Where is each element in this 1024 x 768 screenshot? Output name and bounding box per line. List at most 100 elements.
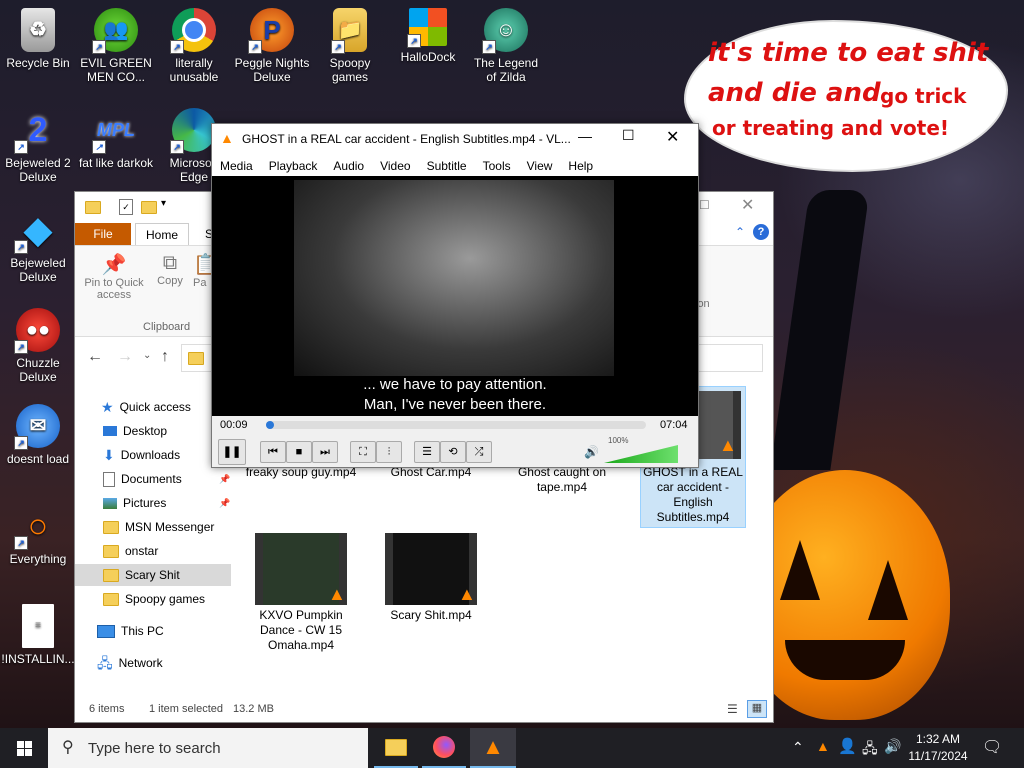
- copy-button[interactable]: ⧉ Copy: [153, 252, 187, 287]
- up-arrow-icon[interactable]: ↑: [161, 348, 169, 366]
- file-item-scary-shit[interactable]: Scary Shit.mp4: [371, 608, 491, 623]
- nav-item-onstar[interactable]: onstar: [103, 540, 158, 562]
- video-frame: [294, 180, 614, 376]
- desktop-icon-evil-green-men[interactable]: 👥 ↗ EVIL GREEN MEN CO...: [78, 8, 154, 84]
- tab-home[interactable]: Home: [135, 223, 190, 245]
- fullscreen-button[interactable]: ⛶: [350, 441, 376, 463]
- close-icon[interactable]: ✕: [741, 195, 754, 215]
- menu-help[interactable]: Help: [560, 154, 601, 176]
- tray-messenger-icon[interactable]: 👤: [838, 737, 857, 755]
- file-item-ghost-caught-on-tape[interactable]: Ghost caught on tape.mp4: [501, 465, 623, 495]
- desktop-icon-label: Recycle Bin: [6, 56, 70, 70]
- pin-to-quick-access-button[interactable]: 📌 Pin to Quick access: [81, 252, 147, 301]
- nav-label: Desktop: [123, 424, 168, 438]
- nav-network[interactable]: 🖧 Network: [97, 652, 163, 674]
- menu-playback[interactable]: Playback: [261, 154, 326, 176]
- large-icons-view-icon[interactable]: ▦: [747, 700, 767, 718]
- vlc-player-window[interactable]: ▲ GHOST in a REAL car accident - English…: [211, 123, 699, 468]
- menu-video[interactable]: Video: [372, 154, 418, 176]
- nav-item-pictures[interactable]: Pictures: [103, 492, 166, 514]
- pin-icon: 📌: [219, 498, 231, 508]
- recent-locations-icon[interactable]: ⌄: [143, 350, 151, 361]
- tray-clock-date[interactable]: 11/17/2024: [906, 749, 970, 763]
- tray-clock-time[interactable]: 1:32 AM: [906, 732, 970, 746]
- taskbar-search-box[interactable]: ⚲ Type here to search: [48, 728, 368, 768]
- nav-item-desktop[interactable]: Desktop: [103, 420, 167, 442]
- taskbar-firefox[interactable]: [422, 728, 466, 768]
- tray-volume-icon[interactable]: 🔊: [884, 738, 901, 755]
- menu-subtitle[interactable]: Subtitle: [419, 154, 475, 176]
- menu-tools[interactable]: Tools: [475, 154, 519, 176]
- details-view-icon[interactable]: ☰: [727, 702, 738, 716]
- file-name: Scary Shit.mp4: [390, 608, 472, 622]
- desktop-icon-spoopy-games[interactable]: 📁 ↗ Spoopy games: [312, 8, 388, 84]
- menu-audio[interactable]: Audio: [325, 154, 372, 176]
- desktop-icon-bejeweled-2[interactable]: 2 ↗ Bejeweled 2 Deluxe: [0, 108, 76, 184]
- nav-quick-access[interactable]: ★ Quick access: [101, 396, 191, 418]
- playlist-button[interactable]: ☰: [414, 441, 440, 463]
- nav-item-documents[interactable]: Documents: [103, 468, 182, 490]
- menu-view[interactable]: View: [519, 154, 561, 176]
- folder-icon: [188, 352, 204, 365]
- ribbon-collapse-icon[interactable]: ⌃: [735, 225, 745, 239]
- tab-file[interactable]: File: [75, 223, 131, 245]
- desktop-icon-doesnt-load[interactable]: ✉ ↗ doesnt load: [0, 404, 76, 466]
- previous-button[interactable]: ⏮: [260, 441, 286, 463]
- tray-vlc-icon[interactable]: ▲: [816, 738, 830, 754]
- next-button[interactable]: ⏭: [312, 441, 338, 463]
- quick-access-dropdown-icon[interactable]: ▾: [161, 198, 166, 209]
- maximize-icon[interactable]: ☐: [622, 127, 635, 144]
- vlc-titlebar[interactable]: ▲ GHOST in a REAL car accident - English…: [212, 124, 698, 154]
- pin-label: Pin to Quick access: [84, 277, 144, 301]
- shuffle-button[interactable]: ⤮: [466, 441, 492, 463]
- nav-item-spoopy-games[interactable]: Spoopy games: [103, 588, 205, 610]
- show-hidden-icons-chevron-icon[interactable]: ⌃: [792, 739, 804, 756]
- time-total: 07:04: [660, 419, 688, 431]
- start-button[interactable]: [0, 728, 48, 768]
- nav-label: Downloads: [120, 448, 181, 462]
- nav-label: Quick access: [119, 400, 191, 414]
- menu-media[interactable]: Media: [212, 154, 261, 176]
- video-area[interactable]: ... we have to pay attention. Man, I've …: [212, 176, 698, 416]
- desktop-icon-hallodock[interactable]: ↗ HalloDock: [390, 8, 466, 64]
- forward-arrow-icon[interactable]: →: [117, 348, 133, 366]
- desktop-icon-peggle[interactable]: P ↗ Peggle Nights Deluxe: [234, 8, 310, 84]
- tray-network-icon[interactable]: 🖧: [862, 738, 878, 762]
- nav-label: onstar: [125, 544, 159, 558]
- taskbar-vlc[interactable]: ▲: [470, 728, 516, 768]
- taskbar-file-explorer[interactable]: [374, 728, 418, 768]
- close-icon[interactable]: ✕: [666, 127, 679, 147]
- loop-button[interactable]: ⟲: [440, 441, 466, 463]
- volume-slider[interactable]: [604, 445, 678, 463]
- notification-center-icon[interactable]: 🗨: [982, 737, 1002, 757]
- paste-button[interactable]: 📋 Pa: [193, 252, 218, 289]
- nav-item-scary-shit[interactable]: Scary Shit: [75, 564, 231, 586]
- volume-label: 100%: [608, 436, 629, 445]
- desktop-icon-legend-of-zilda[interactable]: ☺ ↗ The Legend of Zilda: [468, 8, 544, 84]
- seek-bar[interactable]: [266, 421, 646, 429]
- file-item-kxvo-pumpkin-dance[interactable]: KXVO Pumpkin Dance - CW 15 Omaha.mp4: [241, 608, 361, 653]
- desktop-icon-chuzzle[interactable]: ●● ↗ Chuzzle Deluxe: [0, 308, 76, 384]
- folder-icon: [385, 738, 407, 756]
- desktop-icon-fat-like-darkok[interactable]: MPL ↗ fat like darkok: [78, 108, 154, 170]
- desktop-icon-installing[interactable]: ≡ !INSTALLIN...: [0, 604, 76, 666]
- desktop-icon-recycle-bin[interactable]: ♻ Recycle Bin: [0, 8, 76, 70]
- minimize-icon[interactable]: —: [578, 128, 592, 144]
- help-icon[interactable]: ?: [753, 224, 769, 240]
- nav-item-downloads[interactable]: ⬇ Downloads: [103, 444, 180, 466]
- restore-icon[interactable]: ☐: [699, 198, 710, 212]
- back-arrow-icon[interactable]: ←: [87, 348, 103, 366]
- new-folder-icon[interactable]: [141, 201, 157, 214]
- nav-this-pc[interactable]: This PC: [97, 620, 164, 642]
- desktop-icon-bejeweled[interactable]: ◆ ↗ Bejeweled Deluxe: [0, 208, 76, 285]
- nav-label: Spoopy games: [125, 592, 206, 606]
- desktop-icon-everything[interactable]: ○ ↗ Everything: [0, 504, 76, 566]
- properties-icon[interactable]: ✓: [119, 199, 133, 215]
- extended-settings-button[interactable]: ⫶: [376, 441, 402, 463]
- stop-button[interactable]: ■: [286, 441, 312, 463]
- nav-item-msn-messenger[interactable]: MSN Messenger: [103, 516, 214, 538]
- desktop-icon-literally-unusable[interactable]: ↗ literally unusable: [156, 8, 232, 84]
- speaker-icon[interactable]: 🔊: [584, 445, 599, 459]
- pause-button[interactable]: ❚❚: [218, 439, 246, 465]
- vlc-cone-icon: ▲: [458, 584, 476, 604]
